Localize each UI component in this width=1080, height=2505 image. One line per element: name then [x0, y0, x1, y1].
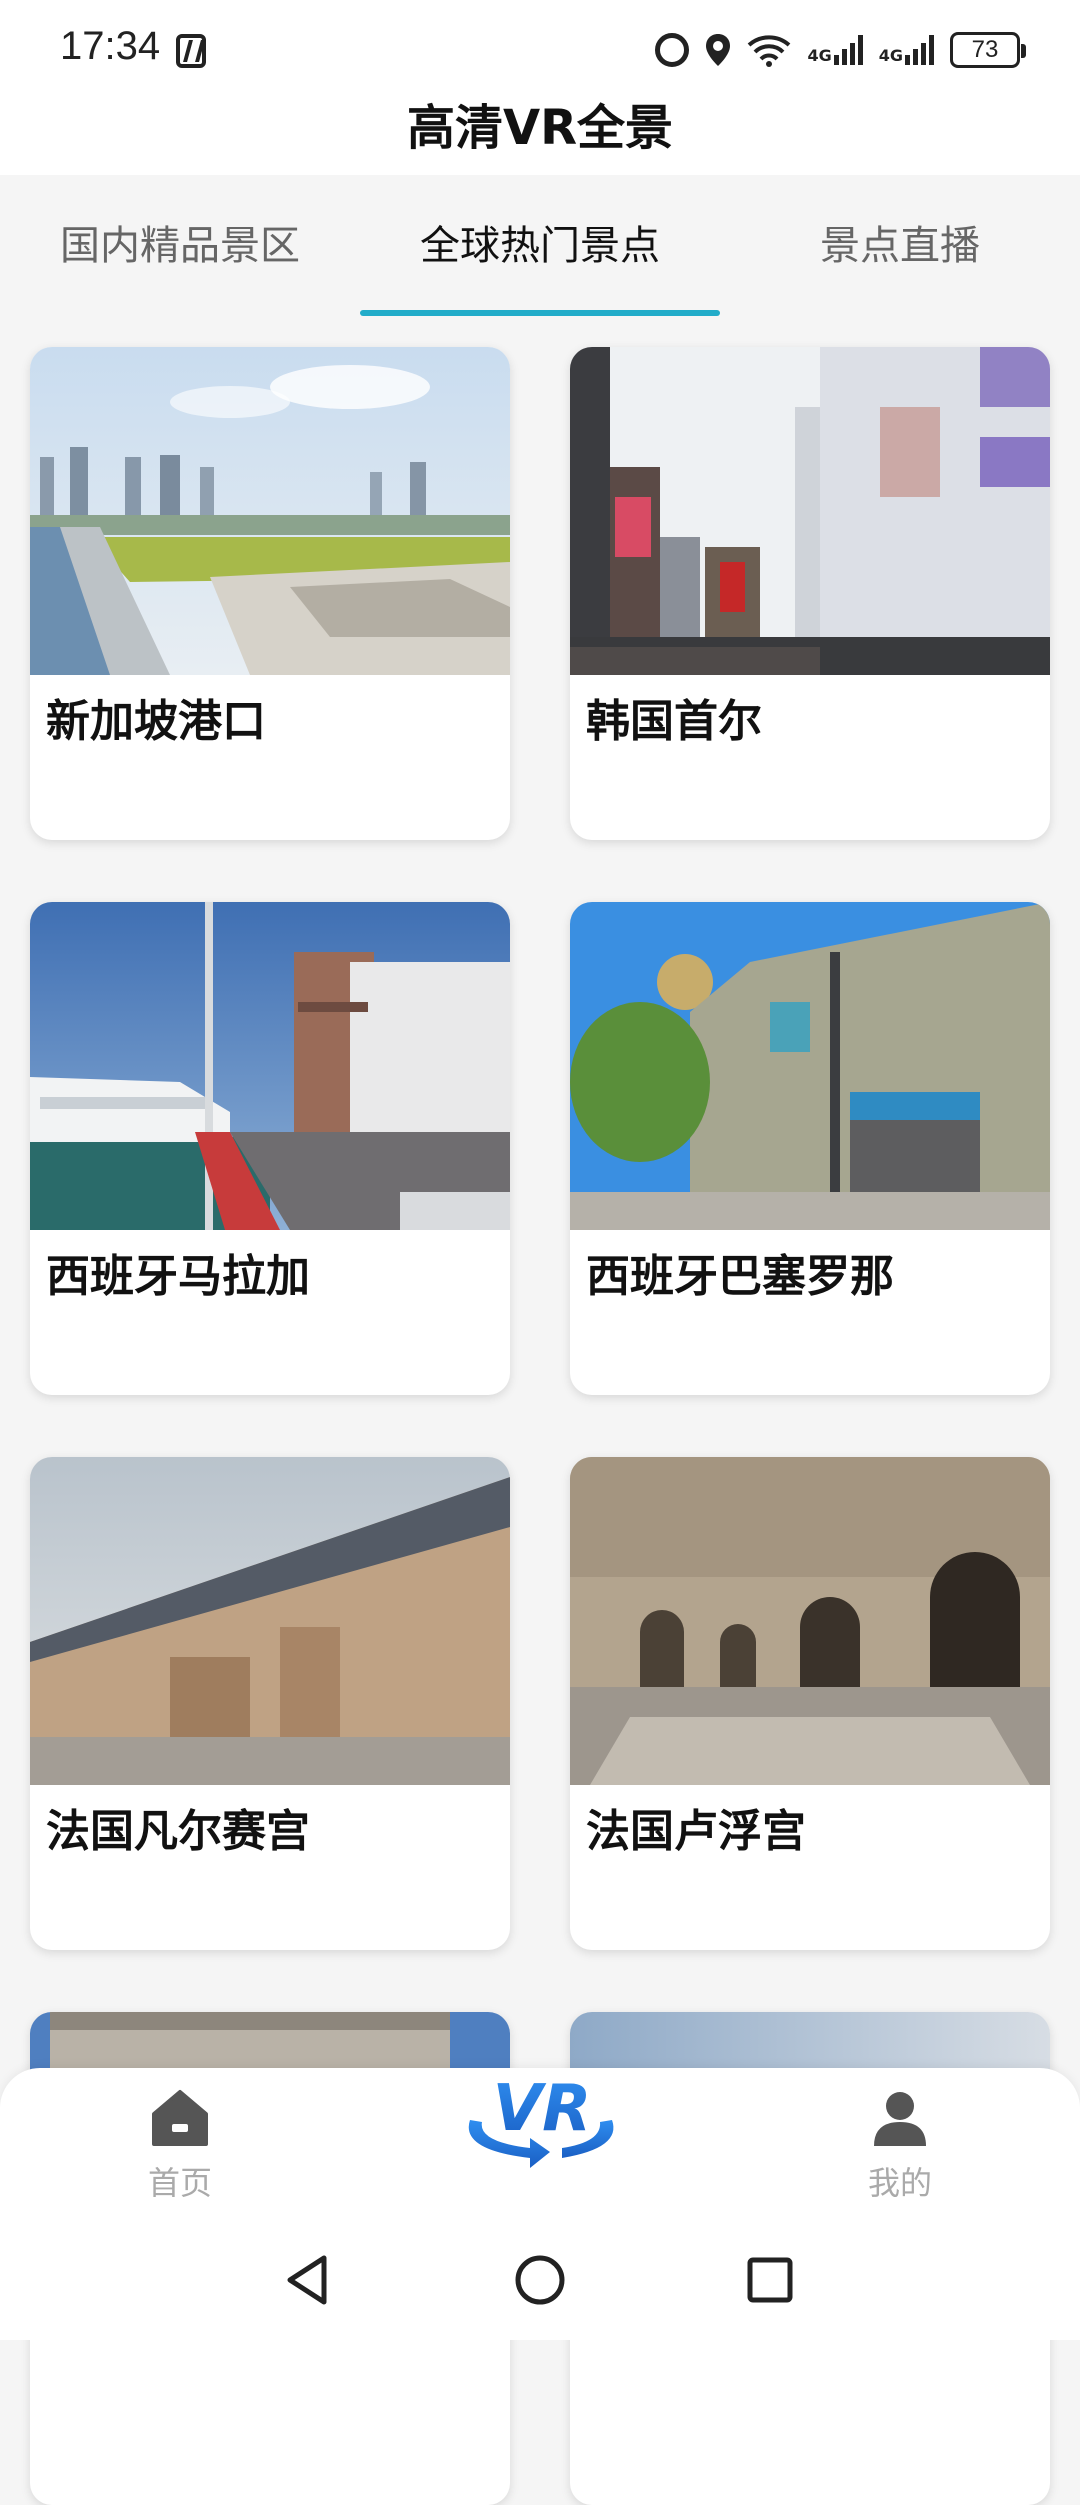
- user-icon: [874, 2092, 926, 2146]
- scenic-title: 西班牙巴塞罗那: [586, 1251, 894, 1302]
- nav-mine-label: 我的: [867, 2164, 932, 2202]
- scenic-title: 韩国首尔: [586, 696, 762, 747]
- vr-label: VR: [493, 2072, 592, 2146]
- system-nav-bar: [0, 2226, 1080, 2340]
- alarm-icon: [655, 33, 690, 67]
- status-icons: 4G 4G 73: [655, 28, 1026, 72]
- battery-icon: 73: [950, 32, 1026, 68]
- vr-center-button[interactable]: VR: [450, 2060, 630, 2180]
- nav-mine[interactable]: 我的: [820, 2088, 980, 2204]
- status-time: 17:34: [60, 24, 161, 68]
- tab-indicator: [360, 310, 720, 316]
- tab-bar: 国内精品景区 全球热门景点 景点直播: [0, 175, 1080, 320]
- nav-home-label: 首页: [147, 2164, 212, 2202]
- page-title: 高清VR全景: [406, 100, 674, 156]
- back-icon[interactable]: [280, 2250, 340, 2310]
- scenic-image: [570, 902, 1050, 1230]
- nfc-icon: [176, 34, 206, 68]
- cell-signal-icon-1: 4G: [807, 35, 863, 65]
- wifi-icon: [748, 35, 791, 67]
- scenic-card[interactable]: 法国卢浮宫: [570, 1457, 1050, 1950]
- scenic-title: 新加坡港口: [46, 696, 266, 747]
- tab-global[interactable]: 全球热门景点: [360, 213, 720, 271]
- location-icon: [706, 34, 731, 66]
- tab-live[interactable]: 景点直播: [720, 213, 1080, 271]
- bottom-nav: 首页 VR 我的: [0, 2068, 1080, 2226]
- scenic-card[interactable]: 法国凡尔赛宫: [30, 1457, 510, 1950]
- scenic-card[interactable]: 西班牙马拉加: [30, 902, 510, 1395]
- scenic-card[interactable]: 西班牙巴塞罗那: [570, 902, 1050, 1395]
- nav-home[interactable]: 首页: [100, 2088, 260, 2204]
- scenic-image: [570, 1457, 1050, 1785]
- scenic-title: 西班牙马拉加: [46, 1251, 310, 1302]
- scenic-title: 法国凡尔赛宫: [46, 1806, 310, 1857]
- scenic-title: 法国卢浮宫: [586, 1806, 806, 1857]
- recents-icon[interactable]: [740, 2250, 800, 2310]
- scenic-image: [570, 347, 1050, 675]
- cell-signal-icon-2: 4G: [879, 35, 934, 65]
- app-header: 高清VR全景: [0, 95, 1080, 175]
- scenic-image: [30, 1457, 510, 1785]
- scenic-card[interactable]: 新加坡港口: [30, 347, 510, 840]
- tab-domestic[interactable]: 国内精品景区: [0, 213, 360, 271]
- status-bar: 17:34 4G 4G 73: [0, 0, 1080, 95]
- home-icon: [152, 2090, 208, 2146]
- scenic-image: [30, 347, 510, 675]
- scenic-image: [30, 902, 510, 1230]
- scenic-card[interactable]: 韩国首尔: [570, 347, 1050, 840]
- home-circle-icon[interactable]: [510, 2250, 570, 2310]
